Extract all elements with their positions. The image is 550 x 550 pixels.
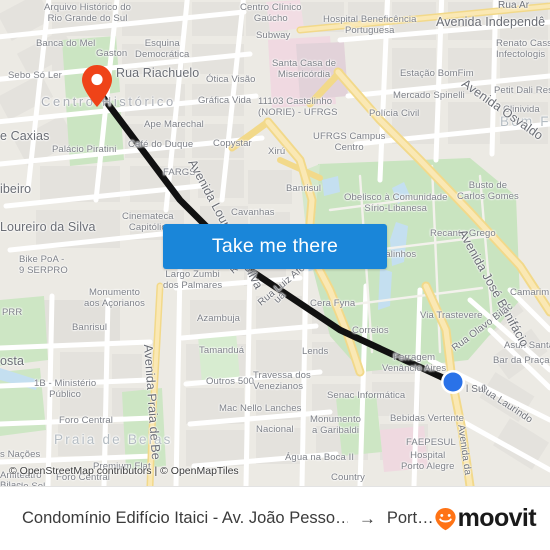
map-canvas[interactable]: Arquivo Histórico do Rio Grande do Sul Ce… xyxy=(0,0,550,486)
trip-summary-bar[interactable]: Condomínio Edifício Itaici - Av. João Pe… xyxy=(0,486,550,550)
moovit-logo[interactable]: moovit xyxy=(434,504,537,532)
destination-marker[interactable] xyxy=(440,369,466,395)
moovit-map-screen: Arquivo Histórico do Rio Grande do Sul Ce… xyxy=(0,0,550,550)
moovit-pin-icon xyxy=(434,507,457,531)
trip-destination-label: Port… xyxy=(386,509,434,527)
moovit-wordmark: moovit xyxy=(457,504,537,532)
trip-origin-label: Condomínio Edifício Itaici - Av. João Pe… xyxy=(22,509,348,527)
take-me-there-button[interactable]: Take me there xyxy=(163,224,387,269)
arrow-right-icon: → xyxy=(358,509,376,528)
